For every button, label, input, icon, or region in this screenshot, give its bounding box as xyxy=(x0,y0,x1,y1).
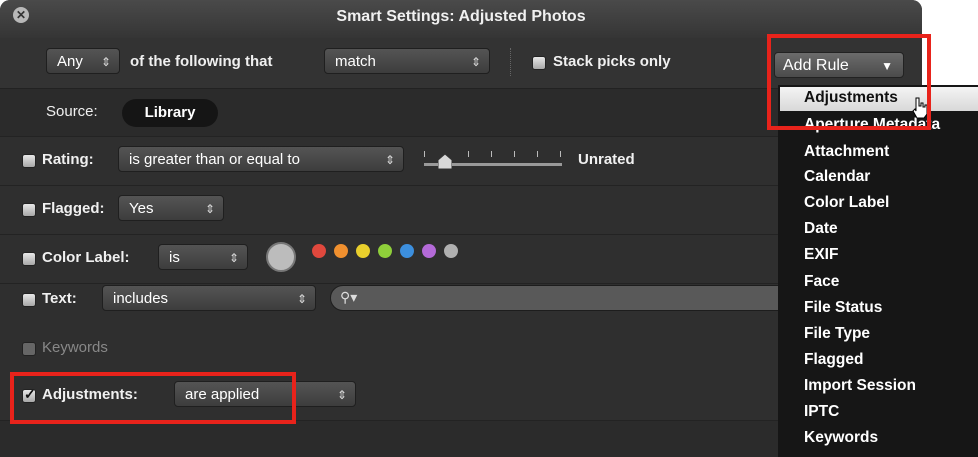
slider-tick xyxy=(560,151,561,157)
source-library-pill[interactable]: Library xyxy=(122,99,218,127)
color-label-checkbox[interactable] xyxy=(22,252,36,266)
purple-label-dot[interactable] xyxy=(422,244,436,258)
menu-item-keywords[interactable]: Keywords xyxy=(804,429,878,447)
menu-item-iptc[interactable]: IPTC xyxy=(804,403,839,421)
popup-arrows-icon: ⇕ xyxy=(100,55,111,69)
slider-tick xyxy=(424,151,425,157)
color-label-label: Color Label: xyxy=(42,249,130,266)
rating-op-popup[interactable]: is greater than or equal to ⇕ xyxy=(118,146,404,172)
color-label-op-popup[interactable]: is ⇕ xyxy=(158,244,248,270)
stack-picks-checkbox[interactable] xyxy=(532,56,546,70)
gray-label-dot[interactable] xyxy=(444,244,458,258)
rating-value: Unrated xyxy=(578,151,635,168)
search-icon: ⚲▾ xyxy=(340,289,358,305)
any-popup[interactable]: Any ⇕ xyxy=(46,48,120,74)
match-popup[interactable]: match ⇕ xyxy=(324,48,490,74)
color-label-op-value: is xyxy=(169,249,180,266)
popup-arrows-icon: ⇕ xyxy=(204,202,215,216)
popup-arrows-icon: ⇕ xyxy=(228,251,239,265)
toolbar-divider xyxy=(510,48,512,76)
blue-label-dot[interactable] xyxy=(400,244,414,258)
slider-tick xyxy=(537,151,538,157)
rating-label: Rating: xyxy=(42,151,94,168)
menu-item-file-status[interactable]: File Status xyxy=(804,299,882,317)
orange-label-dot[interactable] xyxy=(334,244,348,258)
text-op-popup[interactable]: includes ⇕ xyxy=(102,285,316,311)
slider-tick xyxy=(514,151,515,157)
match-popup-value: match xyxy=(335,53,376,70)
keywords-checkbox[interactable] xyxy=(22,342,36,356)
popup-arrows-icon: ⇕ xyxy=(336,388,347,402)
menu-item-color-label[interactable]: Color Label xyxy=(804,194,889,212)
rating-slider-thumb[interactable] xyxy=(438,154,452,169)
flagged-checkbox[interactable] xyxy=(22,203,36,217)
flagged-label: Flagged: xyxy=(42,200,105,217)
red-label-dot[interactable] xyxy=(312,244,326,258)
flagged-popup[interactable]: Yes ⇕ xyxy=(118,195,224,221)
text-search-field[interactable]: ⚲▾ xyxy=(330,285,800,311)
menu-item-attachment[interactable]: Attachment xyxy=(804,143,889,161)
stack-picks-label: Stack picks only xyxy=(553,53,671,70)
rating-op-value: is greater than or equal to xyxy=(129,151,300,168)
text-checkbox[interactable] xyxy=(22,293,36,307)
menu-item-import-session[interactable]: Import Session xyxy=(804,377,916,395)
no-label-swatch[interactable] xyxy=(266,242,296,272)
menu-item-calendar[interactable]: Calendar xyxy=(804,168,870,186)
menu-item-face[interactable]: Face xyxy=(804,273,839,291)
text-op-value: includes xyxy=(113,290,169,307)
following-text: of the following that xyxy=(130,53,273,70)
popup-arrows-icon: ⇕ xyxy=(296,292,307,306)
menu-item-exif[interactable]: EXIF xyxy=(804,246,838,264)
popup-arrows-icon: ⇕ xyxy=(470,55,481,69)
rating-checkbox[interactable] xyxy=(22,154,36,168)
green-label-dot[interactable] xyxy=(378,244,392,258)
window-title: Smart Settings: Adjusted Photos xyxy=(336,8,586,25)
source-label: Source: xyxy=(46,103,98,120)
highlight-add-rule xyxy=(767,34,931,130)
flagged-popup-value: Yes xyxy=(129,200,154,217)
add-rule-menu xyxy=(778,85,978,457)
menu-item-file-type[interactable]: File Type xyxy=(804,325,870,343)
menu-item-date[interactable]: Date xyxy=(804,220,838,238)
slider-tick xyxy=(491,151,492,157)
text-label: Text: xyxy=(42,290,77,307)
keywords-label: Keywords xyxy=(42,339,108,356)
popup-arrows-icon: ⇕ xyxy=(384,153,395,167)
menu-item-flagged[interactable]: Flagged xyxy=(804,351,863,369)
slider-tick xyxy=(468,151,469,157)
any-popup-value: Any xyxy=(57,53,83,70)
yellow-label-dot[interactable] xyxy=(356,244,370,258)
highlight-adjustments-rule xyxy=(10,372,296,424)
